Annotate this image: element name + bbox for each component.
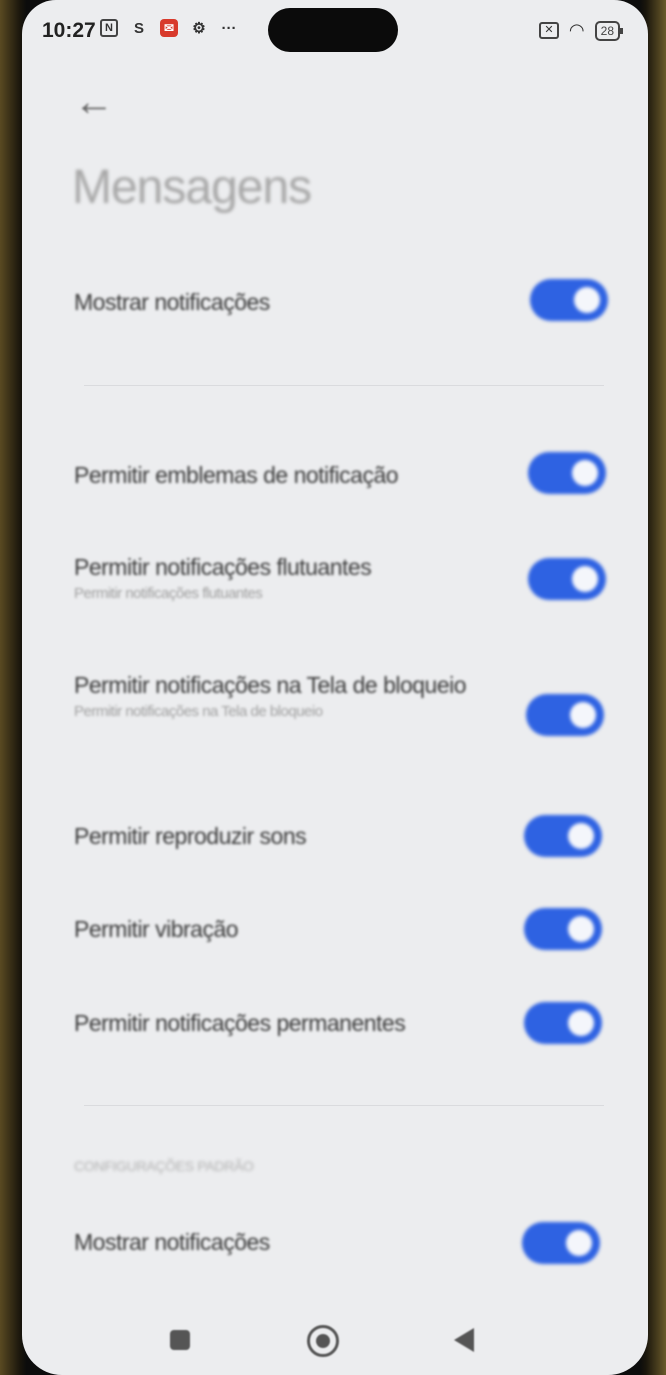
s-app-icon: S: [133, 19, 144, 37]
toggle-floating[interactable]: [528, 558, 606, 600]
section-header-default: CONFIGURAÇÕES PADRÃO: [74, 1158, 254, 1174]
toggle-vibration[interactable]: [524, 908, 602, 950]
home-circle-icon[interactable]: [307, 1325, 339, 1357]
sim-x-icon: ✕: [538, 22, 559, 39]
setting-sub: Permitir notificações na Tela de bloquei…: [74, 703, 323, 720]
setting-row-badges[interactable]: Permitir emblemas de notificação: [74, 459, 604, 491]
toggle-permanent[interactable]: [524, 1002, 602, 1044]
navigation-bar: [22, 1310, 648, 1374]
wifi-icon: ◠: [568, 20, 585, 40]
status-bar: 10:27 N S ✉ ⚙ ··· ✕ ◠ 28: [22, 0, 648, 64]
toggle-show-notifications[interactable]: [530, 279, 608, 321]
divider: [84, 1105, 604, 1106]
battery-icon: 28: [594, 20, 624, 41]
setting-label: Permitir emblemas de notificação: [74, 462, 399, 488]
setting-row-lockscreen[interactable]: Permitir notificações na Tela de bloquei…: [74, 669, 504, 720]
mail-app-icon: ✉: [160, 19, 178, 37]
toggle-default-show-notifications[interactable]: [522, 1222, 600, 1264]
settings-gear-icon: ⚙: [192, 20, 206, 37]
divider: [84, 385, 604, 386]
toggle-lockscreen[interactable]: [526, 694, 604, 736]
back-arrow-icon[interactable]: ←: [74, 82, 114, 122]
status-left-icons: N S ✉ ⚙ ···: [100, 19, 238, 37]
setting-label: Permitir notificações flutuantes: [74, 554, 372, 580]
nfc-icon: N: [100, 19, 118, 37]
setting-label: Mostrar notificações: [74, 289, 270, 315]
camera-notch: [268, 8, 398, 52]
more-dots-icon: ···: [221, 19, 237, 37]
setting-label: Permitir notificações na Tela de bloquei…: [74, 672, 467, 698]
toggle-sounds[interactable]: [524, 815, 602, 857]
back-triangle-icon[interactable]: [454, 1328, 474, 1352]
status-right-icons: ✕ ◠ 28: [538, 20, 624, 41]
setting-sub: Permitir notificações flutuantes: [74, 585, 263, 602]
screen: 10:27 N S ✉ ⚙ ··· ✕ ◠ 28 ← Mensagens Mos…: [22, 0, 648, 1375]
status-time: 10:27: [42, 19, 96, 42]
setting-row-show-notifications[interactable]: Mostrar notificações: [74, 286, 604, 318]
toggle-badges[interactable]: [528, 452, 606, 494]
setting-row-floating[interactable]: Permitir notificações flutuantes Permiti…: [74, 551, 604, 602]
page-title: Mensagens: [72, 161, 312, 214]
recents-square-icon[interactable]: [170, 1330, 190, 1350]
